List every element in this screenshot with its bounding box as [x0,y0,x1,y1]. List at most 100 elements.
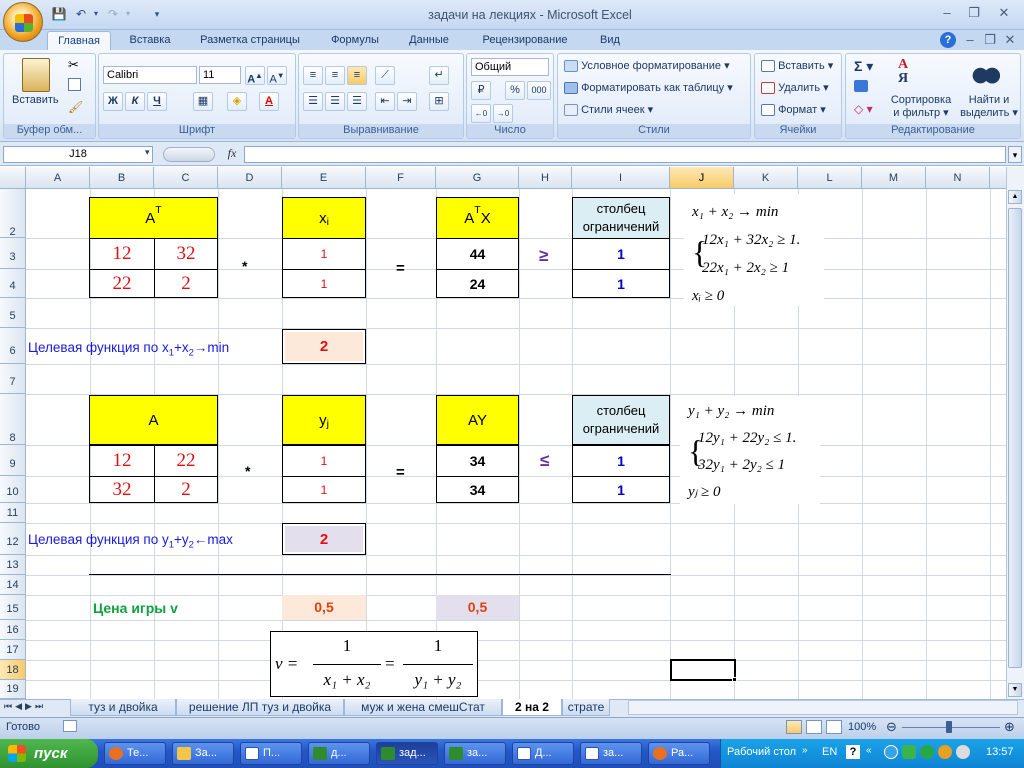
matrix-at-header[interactable]: AT [89,197,218,239]
fill-handle[interactable] [732,677,737,682]
vertical-scroll-thumb[interactable] [1008,208,1022,668]
format-painter-icon[interactable]: 🖌 [68,100,83,114]
italic-button[interactable]: К [125,92,145,111]
office-button[interactable] [3,2,43,42]
cell-c3[interactable]: 32 [154,238,218,270]
cell-i9[interactable]: 1 [572,445,670,477]
tab-data[interactable]: Данные [398,31,460,51]
underline-button[interactable]: Ч [147,92,167,111]
number-format-box[interactable]: Общий [471,58,549,76]
wrap-text-icon[interactable]: ↵ [429,66,449,85]
align-right-icon[interactable]: ☰ [347,92,367,111]
conditional-formatting-button[interactable]: Условное форматирование ▾ [564,59,730,73]
tab-review[interactable]: Рецензирование [470,31,580,51]
binoculars-icon[interactable] [972,60,1000,86]
taskbar-item-3[interactable]: П... [240,742,302,765]
page-break-view-icon[interactable] [826,720,842,734]
row-header-16[interactable]: 16 [0,620,26,640]
row-header-19[interactable]: 19 [0,680,26,699]
row-header-14[interactable]: 14 [0,575,26,595]
paste-icon[interactable] [22,58,50,92]
language-indicator[interactable]: EN [822,746,837,758]
tab-view[interactable]: Вид [590,31,630,51]
increase-indent-icon[interactable]: ⇥ [397,92,417,111]
tray-icon-4[interactable] [938,745,952,759]
column-header-c[interactable]: C [154,167,218,189]
help-tray-icon[interactable]: ? [846,745,860,759]
select-all-corner[interactable] [0,167,26,189]
column-header-m[interactable]: M [862,167,926,189]
tab-insert[interactable]: Вставка [120,31,180,51]
grow-font-icon[interactable]: A▲ [245,66,265,86]
restore-icon[interactable]: ❐ [962,4,986,22]
zoom-slider-thumb[interactable] [946,721,952,733]
align-left-icon[interactable]: ☰ [303,92,323,111]
undo-dropdown-icon[interactable]: ▾ [87,5,105,23]
constraints-header-1[interactable]: столбец ограничений [572,197,670,239]
row-header-5[interactable]: 5 [0,298,26,328]
cell-i3[interactable]: 1 [572,238,670,270]
sheet-tab-2[interactable]: решение ЛП туз и двойка [176,699,344,716]
expand-formula-bar-icon[interactable]: ▾ [1008,146,1022,163]
align-center-icon[interactable]: ☰ [325,92,345,111]
column-header-n[interactable]: N [926,167,990,189]
cell-e3[interactable]: 1 [282,238,366,270]
save-icon[interactable]: 💾 [50,5,68,23]
row-header-17[interactable]: 17 [0,640,26,660]
scroll-down-icon[interactable]: ▼ [1008,683,1022,697]
sort-filter-button[interactable]: Сортировка и фильтр ▾ [886,94,956,120]
formula-input[interactable] [244,146,1006,163]
orientation-icon[interactable]: ⟋ [375,66,395,85]
align-bottom-icon[interactable]: ≡ [347,66,367,85]
column-header-i[interactable]: I [572,167,670,189]
formula-bar-handle[interactable] [163,147,215,162]
page-layout-view-icon[interactable] [806,720,822,734]
fill-color-icon[interactable]: ◈ [227,92,247,111]
insert-function-button[interactable]: fx [222,146,242,163]
redo-dropdown-icon[interactable]: ▾ [119,5,137,23]
name-box-dropdown-icon[interactable]: ▾ [145,147,150,158]
sheet-tab-5[interactable]: страте [562,699,610,716]
constraints-header-2[interactable]: столбец ограничений [572,395,670,445]
taskbar-item-8[interactable]: за... [580,742,642,765]
desktop-toolbar-label[interactable]: Рабочий стол [727,746,796,758]
merge-cells-icon[interactable]: ⊞ [429,92,449,111]
autosum-icon[interactable]: Σ ▾ [854,58,873,75]
cell-b3[interactable]: 12 [89,238,155,270]
cell-e15[interactable]: 0,5 [282,595,366,620]
align-top-icon[interactable]: ≡ [303,66,323,85]
vector-x-header[interactable]: xi [282,197,366,239]
row-header-6[interactable]: 6 [0,328,26,364]
row-header-10[interactable]: 10 [0,476,26,503]
cell-b4[interactable]: 22 [89,269,155,298]
format-as-table-button[interactable]: Форматировать как таблицу ▾ [564,81,733,95]
macro-record-icon[interactable] [63,720,77,732]
zoom-level[interactable]: 100% [848,721,876,733]
taskbar-item-6[interactable]: за... [444,742,506,765]
cell-c10[interactable]: 2 [154,476,218,503]
row-header-8[interactable]: 8 [0,394,26,445]
column-header-g[interactable]: G [436,167,519,189]
font-color-icon[interactable]: A [259,92,279,111]
system-2[interactable]: y₁ + y₂ → min {12y₁ + 22y₂ ≤ 1. 32y₁ + 2y… [680,396,820,504]
sheet-tab-4[interactable]: 2 на 2 [502,699,562,716]
column-header-h[interactable]: H [519,167,572,189]
cell-g9[interactable]: 34 [436,445,519,477]
paste-button[interactable]: Вставить [12,94,59,106]
column-header-f[interactable]: F [366,167,436,189]
product-atx-header[interactable]: ATX [436,197,519,239]
taskbar-item-7[interactable]: Д... [512,742,574,765]
row-header-3[interactable]: 3 [0,238,26,269]
tray-icon-3[interactable] [920,745,934,759]
decrease-indent-icon[interactable]: ⇤ [375,92,395,111]
sheet-tab-3[interactable]: муж и жена смешСтат [344,699,502,716]
cell-e6[interactable]: 2 [282,329,366,364]
font-size-box[interactable]: 11 [199,66,241,84]
selected-cell-j18[interactable] [670,659,736,681]
copy-icon[interactable] [68,78,81,91]
column-header-k[interactable]: K [734,167,798,189]
row-header-11[interactable]: 11 [0,503,26,523]
customize-qat-icon[interactable]: ▾ [148,5,166,23]
fill-icon[interactable] [854,80,868,92]
sheet-tab-1[interactable]: туз и двойка [70,699,176,716]
